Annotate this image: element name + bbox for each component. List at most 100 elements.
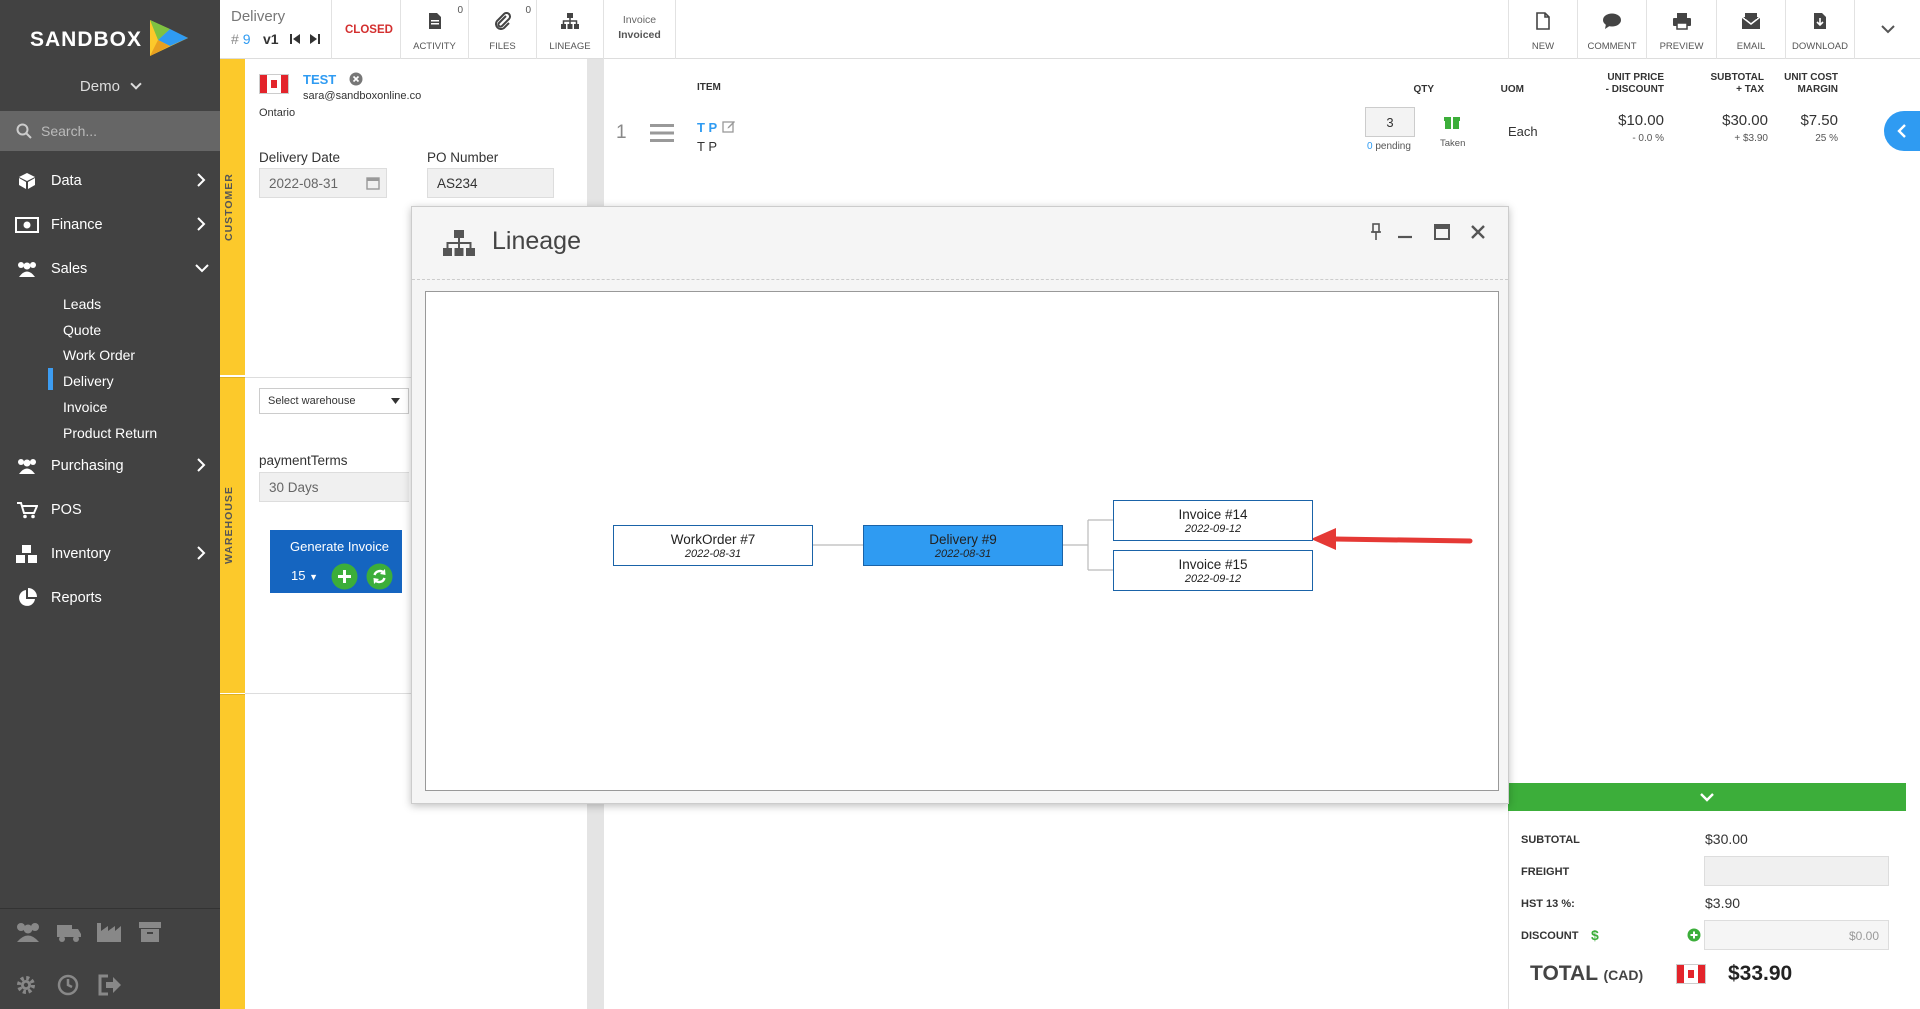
- email-button[interactable]: EMAIL: [1716, 0, 1785, 59]
- clock-icon[interactable]: [57, 974, 79, 996]
- files-count: 0: [525, 5, 531, 16]
- pin-icon[interactable]: [1370, 223, 1382, 241]
- preview-button[interactable]: PREVIEW: [1646, 0, 1716, 59]
- warehouse-select[interactable]: Select warehouse: [259, 388, 409, 414]
- first-record-icon[interactable]: [289, 33, 301, 45]
- sidebar-item-data[interactable]: Data: [0, 161, 220, 201]
- maximize-icon[interactable]: [1434, 224, 1450, 240]
- preview-label: PREVIEW: [1659, 41, 1704, 52]
- po-number-field[interactable]: AS234: [427, 168, 554, 198]
- download-button[interactable]: DOWNLOAD: [1785, 0, 1854, 59]
- lineage-dialog: Lineage WorkOrder #7 2022-08-31 Delivery…: [411, 206, 1509, 804]
- gear-icon[interactable]: [15, 974, 37, 996]
- factory-icon[interactable]: [96, 921, 122, 943]
- top-toolbar: Delivery # 9 v1 CLOSED 0 ACTIVITY 0 FILE…: [220, 0, 1920, 59]
- add-discount-icon[interactable]: [1687, 928, 1701, 942]
- tab-customer[interactable]: CUSTOMER: [220, 59, 245, 375]
- invoice-count-dropdown[interactable]: 15 ▼: [291, 568, 318, 583]
- sidebar-item-finance[interactable]: Finance: [0, 205, 220, 245]
- sidebar-item-sales[interactable]: Sales: [0, 249, 220, 289]
- account-selector[interactable]: Demo: [0, 78, 220, 95]
- payment-terms-field[interactable]: 30 Days: [259, 472, 409, 502]
- contacts-icon[interactable]: [14, 921, 42, 943]
- doc-version[interactable]: v1: [263, 31, 279, 47]
- chevron-down-icon: [195, 264, 209, 273]
- table-row[interactable]: 1 T P T P 3 0 pending Taken Each $10.00 …: [604, 107, 1920, 184]
- activity-button[interactable]: 0 ACTIVITY: [400, 0, 468, 59]
- remove-customer-icon[interactable]: [349, 72, 363, 86]
- sidebar-subitem-product-return[interactable]: Product Return: [63, 425, 157, 441]
- sidebar-subitem-delivery[interactable]: Delivery: [63, 373, 114, 389]
- doc-hash: #: [231, 31, 239, 47]
- sidebar-subitem-leads[interactable]: Leads: [63, 296, 101, 312]
- lineage-node-workorder[interactable]: WorkOrder #7 2022-08-31: [613, 525, 813, 566]
- add-icon[interactable]: [331, 563, 358, 590]
- pending-label: pending: [1375, 141, 1411, 152]
- close-icon[interactable]: [1470, 224, 1486, 240]
- sidebar-item-inventory[interactable]: Inventory: [0, 534, 220, 574]
- lineage-node-delivery[interactable]: Delivery #9 2022-08-31: [863, 525, 1063, 566]
- subtotal-total: $30.00: [1705, 831, 1748, 847]
- lineage-node-invoice-14[interactable]: Invoice #14 2022-09-12: [1113, 500, 1313, 541]
- sidebar-subitem-invoice[interactable]: Invoice: [63, 399, 107, 415]
- search-input[interactable]: Search...: [0, 111, 220, 151]
- sidebar-subitem-quote[interactable]: Quote: [63, 322, 101, 338]
- chevron-left-icon: [1897, 124, 1906, 138]
- minimize-icon[interactable]: [1397, 225, 1413, 241]
- calendar-icon[interactable]: [366, 176, 380, 190]
- truck-icon[interactable]: [56, 921, 82, 943]
- new-button[interactable]: NEW: [1508, 0, 1577, 59]
- printer-icon: [1672, 13, 1691, 30]
- unit-price-header: UNIT PRICE: [1607, 72, 1664, 83]
- item-code[interactable]: T P: [697, 120, 717, 135]
- item-name: T P: [697, 139, 717, 154]
- account-name: Demo: [79, 78, 120, 95]
- cart-icon: [15, 500, 39, 520]
- drag-handle-icon[interactable]: [650, 123, 674, 143]
- sidebar-item-pos[interactable]: POS: [0, 490, 220, 530]
- delivery-date-field[interactable]: 2022-08-31: [259, 168, 387, 198]
- cubes-icon: [15, 544, 39, 564]
- logout-icon[interactable]: [98, 974, 122, 996]
- generate-invoice-button[interactable]: Generate Invoice: [290, 539, 389, 554]
- edit-icon[interactable]: [722, 119, 736, 133]
- discount-input[interactable]: $0.00: [1704, 920, 1889, 950]
- chevron-right-icon: [197, 217, 206, 231]
- lineage-node-invoice-15[interactable]: Invoice #15 2022-09-12: [1113, 550, 1313, 591]
- node-date: 2022-08-31: [934, 548, 992, 560]
- more-menu-button[interactable]: [1854, 0, 1920, 59]
- sidebar-item-purchasing[interactable]: Purchasing: [0, 446, 220, 486]
- node-label: Invoice #15: [1178, 557, 1248, 572]
- sitemap-icon: [561, 13, 579, 29]
- sidebar-item-reports[interactable]: Reports: [0, 578, 220, 618]
- refresh-icon[interactable]: [366, 563, 393, 590]
- activity-label: ACTIVITY: [413, 41, 456, 52]
- sidebar-subitem-work-order[interactable]: Work Order: [63, 347, 135, 363]
- files-button[interactable]: 0 FILES: [468, 0, 536, 59]
- customer-name[interactable]: TEST: [303, 72, 336, 87]
- tab-warehouse[interactable]: WAREHOUSE: [220, 377, 245, 693]
- freight-input[interactable]: [1704, 856, 1889, 886]
- last-record-icon[interactable]: [309, 33, 321, 45]
- comment-button[interactable]: COMMENT: [1577, 0, 1646, 59]
- logo[interactable]: SANDBOX: [0, 0, 220, 72]
- box-taken-icon: [1444, 117, 1460, 129]
- active-indicator: [48, 368, 53, 390]
- side-panel-toggle[interactable]: [1884, 111, 1920, 151]
- qty-input[interactable]: 3: [1365, 107, 1415, 137]
- files-label: FILES: [489, 41, 516, 52]
- discount-type-toggle[interactable]: $: [1591, 927, 1599, 943]
- lineage-button[interactable]: LINEAGE: [536, 0, 604, 59]
- archive-icon[interactable]: [138, 921, 162, 943]
- column-unit-price: UNIT PRICE - DISCOUNT: [1549, 72, 1664, 96]
- sidebar-item-label: POS: [51, 502, 82, 518]
- doc-number: # 9: [231, 31, 250, 47]
- tax-label: HST 13 %:: [1521, 898, 1575, 910]
- column-uom: UOM: [1500, 84, 1524, 95]
- totals-collapse-bar[interactable]: [1508, 783, 1906, 811]
- chevron-right-icon: [197, 173, 206, 187]
- tab-warehouse-label: WAREHOUSE: [223, 486, 235, 564]
- paperclip-icon: [494, 12, 511, 30]
- canada-flag-icon: [1676, 964, 1706, 984]
- doc-number-value: 9: [242, 31, 251, 47]
